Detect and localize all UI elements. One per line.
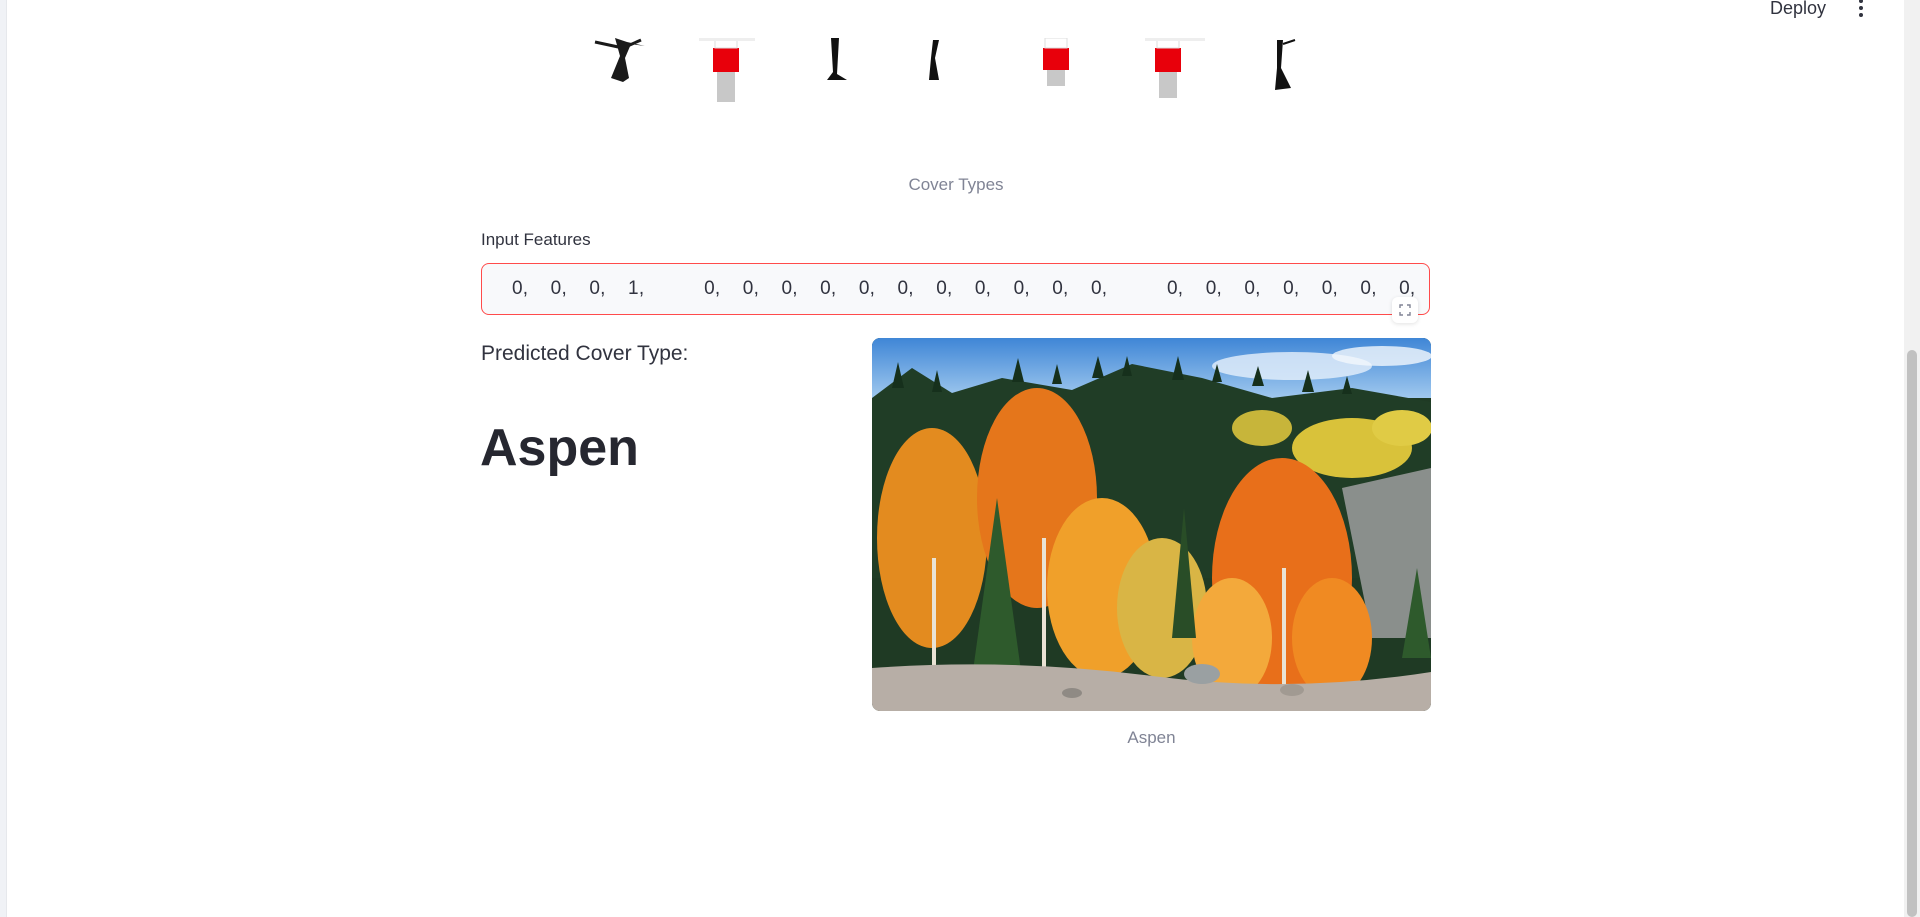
fullscreen-button[interactable]: [1392, 297, 1418, 323]
tree-icon: [594, 38, 645, 82]
red-marker-icon: [1043, 38, 1069, 86]
red-marker-icon: [1145, 38, 1205, 98]
page-scrollbar[interactable]: [1904, 0, 1920, 917]
scrollbar-thumb[interactable]: [1907, 350, 1917, 917]
aspen-photo: [872, 338, 1431, 711]
red-marker-icon: [699, 38, 755, 102]
predicted-cover-type-label: Predicted Cover Type:: [481, 342, 689, 365]
cover-types-caption: Cover Types: [908, 175, 1004, 194]
aspen-image-caption: Aspen: [1127, 728, 1176, 747]
cover-types-image: [594, 38, 1296, 102]
expand-icon: [1399, 304, 1411, 316]
app-header: Deploy: [0, 0, 1900, 20]
input-features-field[interactable]: 0, 0, 0, 1, 0, 0, 0, 0, 0, 0, 0, 0, 0, 0…: [481, 263, 1430, 315]
left-edge: [0, 0, 7, 917]
kebab-menu-icon[interactable]: [1850, 0, 1872, 20]
input-features-value[interactable]: 0, 0, 0, 1, 0, 0, 0, 0, 0, 0, 0, 0, 0, 0…: [512, 278, 1429, 300]
input-features-label: Input Features: [481, 230, 591, 249]
tree-icon: [929, 40, 939, 80]
predicted-cover-type-value: Aspen: [480, 419, 639, 477]
deploy-button[interactable]: Deploy: [1770, 0, 1826, 19]
tree-icon: [827, 38, 847, 80]
tree-icon: [1275, 39, 1296, 90]
